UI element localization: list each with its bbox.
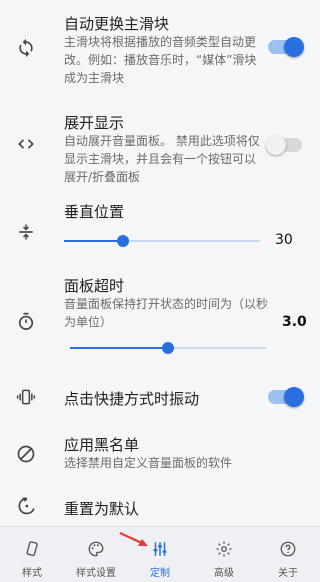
setting-expand[interactable]: 展开显示 自动展开音量面板。 禁用此选项将仅显示主滑块，并且会有一个按钮可以展开… [0, 100, 320, 190]
expand-toggle[interactable] [266, 135, 302, 155]
slider-thumb[interactable] [116, 235, 129, 247]
timer-icon [14, 310, 38, 334]
gear-icon [214, 539, 234, 559]
sync-icon [14, 36, 38, 60]
nav-item-about[interactable]: 关于 [256, 527, 320, 582]
nav-label: 样式设置 [76, 568, 116, 579]
block-icon [14, 442, 38, 466]
help-icon [278, 539, 298, 559]
panel-timeout-value: 3.0 [282, 314, 307, 330]
setting-blacklist[interactable]: 应用黑名单 选择禁用自定义音量面板的软件 [0, 424, 320, 486]
blacklist-desc: 选择禁用自定义音量面板的软件 [64, 456, 233, 470]
toggle-knob [284, 37, 304, 57]
code-expand-icon [14, 132, 38, 156]
auto-switch-title: 自动更换主滑块 [64, 15, 170, 33]
nav-label: 高级 [214, 568, 234, 579]
vertical-position-title: 垂直位置 [64, 203, 125, 221]
restore-icon [14, 494, 38, 518]
setting-auto-switch[interactable]: 自动更换主滑块 主滑块将根据播放的音频类型自动更改。例如：播放音乐时，“媒体”滑… [0, 0, 320, 100]
nav-item-style[interactable]: 样式 [0, 527, 64, 582]
setting-reset[interactable]: 重置为默认 [0, 486, 320, 526]
panel-timeout-slider[interactable] [70, 342, 266, 354]
vibrate-title: 点击快捷方式时振动 [64, 390, 200, 408]
slider-fill [64, 240, 123, 242]
bottom-nav: 样式 样式设置 定制 高级 关于 [0, 526, 320, 582]
expand-title: 展开显示 [64, 114, 125, 132]
tune-icon [150, 539, 170, 559]
setting-panel-timeout: 面板超时 音量面板保持打开状态的时间为（以秒为单位） 3.0 [0, 260, 320, 370]
toggle-knob [284, 387, 304, 407]
palette-icon [86, 539, 106, 559]
vibrate-toggle[interactable] [268, 387, 304, 407]
nav-label: 定制 [150, 568, 170, 579]
vibration-icon [14, 385, 38, 409]
auto-switch-desc: 主滑块将根据播放的音频类型自动更改。例如：播放音乐时，“媒体”滑块成为主滑块 [64, 35, 257, 85]
nav-item-advanced[interactable]: 高级 [192, 527, 256, 582]
slider-fill [70, 347, 168, 349]
style-icon [22, 539, 42, 559]
vertical-align-icon [14, 220, 38, 244]
setting-vibrate[interactable]: 点击快捷方式时振动 [0, 370, 320, 424]
blacklist-title: 应用黑名单 [64, 436, 140, 454]
expand-desc: 自动展开音量面板。 禁用此选项将仅显示主滑块，并且会有一个按钮可以展开/折叠面板 [64, 134, 260, 184]
slider-thumb[interactable] [162, 342, 174, 354]
panel-timeout-desc: 音量面板保持打开状态的时间为（以秒为单位） [64, 297, 269, 329]
annotation-arrow-icon [119, 532, 148, 546]
nav-label: 样式 [22, 568, 42, 579]
vertical-position-slider[interactable] [64, 235, 260, 247]
reset-title: 重置为默认 [64, 500, 140, 518]
setting-vertical-position: 垂直位置 30 [0, 190, 320, 260]
auto-switch-toggle[interactable] [268, 37, 304, 57]
toggle-knob [266, 135, 286, 155]
panel-timeout-title: 面板超时 [64, 277, 125, 295]
vertical-position-value: 30 [275, 232, 293, 248]
nav-label: 关于 [278, 568, 298, 579]
